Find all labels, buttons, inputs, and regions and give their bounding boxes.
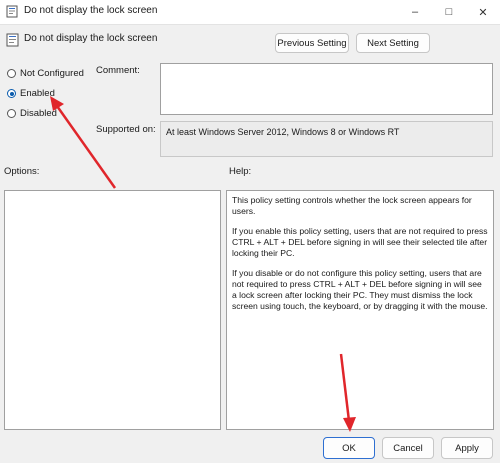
policy-icon [6, 33, 19, 47]
radio-label: Not Configured [20, 68, 84, 79]
policy-name: Do not display the lock screen [24, 33, 158, 44]
window-title: Do not display the lock screen [24, 5, 158, 16]
options-panel [4, 190, 221, 430]
maximize-button[interactable]: □ [432, 0, 466, 24]
options-label: Options: [4, 166, 40, 177]
arrow-to-enabled [55, 105, 117, 189]
help-paragraph: If you disable or do not configure this … [232, 268, 488, 311]
comment-label: Comment: [96, 65, 140, 76]
next-setting-button[interactable]: Next Setting [356, 33, 430, 53]
radio-label: Disabled [20, 108, 57, 119]
comment-textarea[interactable] [160, 63, 493, 115]
radio-enabled[interactable]: Enabled [7, 88, 55, 99]
help-paragraph: If you enable this policy setting, users… [232, 226, 488, 258]
policy-icon [6, 5, 18, 18]
minimize-button[interactable]: – [398, 0, 432, 24]
radio-not-configured[interactable]: Not Configured [7, 68, 84, 79]
radio-circle-selected[interactable] [7, 89, 16, 98]
apply-button[interactable]: Apply [441, 437, 493, 459]
radio-label: Enabled [20, 88, 55, 99]
help-label: Help: [229, 166, 252, 177]
radio-circle[interactable] [7, 69, 16, 78]
close-button[interactable]: ✕ [466, 0, 500, 24]
radio-circle[interactable] [7, 109, 16, 118]
cancel-button[interactable]: Cancel [382, 437, 434, 459]
help-panel: This policy setting controls whether the… [226, 190, 494, 430]
ok-button[interactable]: OK [323, 437, 375, 459]
help-paragraph: This policy setting controls whether the… [232, 195, 472, 216]
previous-setting-button[interactable]: Previous Setting [275, 33, 349, 53]
supported-on-label: Supported on: [96, 124, 156, 135]
supported-on-field: At least Windows Server 2012, Windows 8 … [160, 121, 493, 157]
radio-disabled[interactable]: Disabled [7, 108, 57, 119]
